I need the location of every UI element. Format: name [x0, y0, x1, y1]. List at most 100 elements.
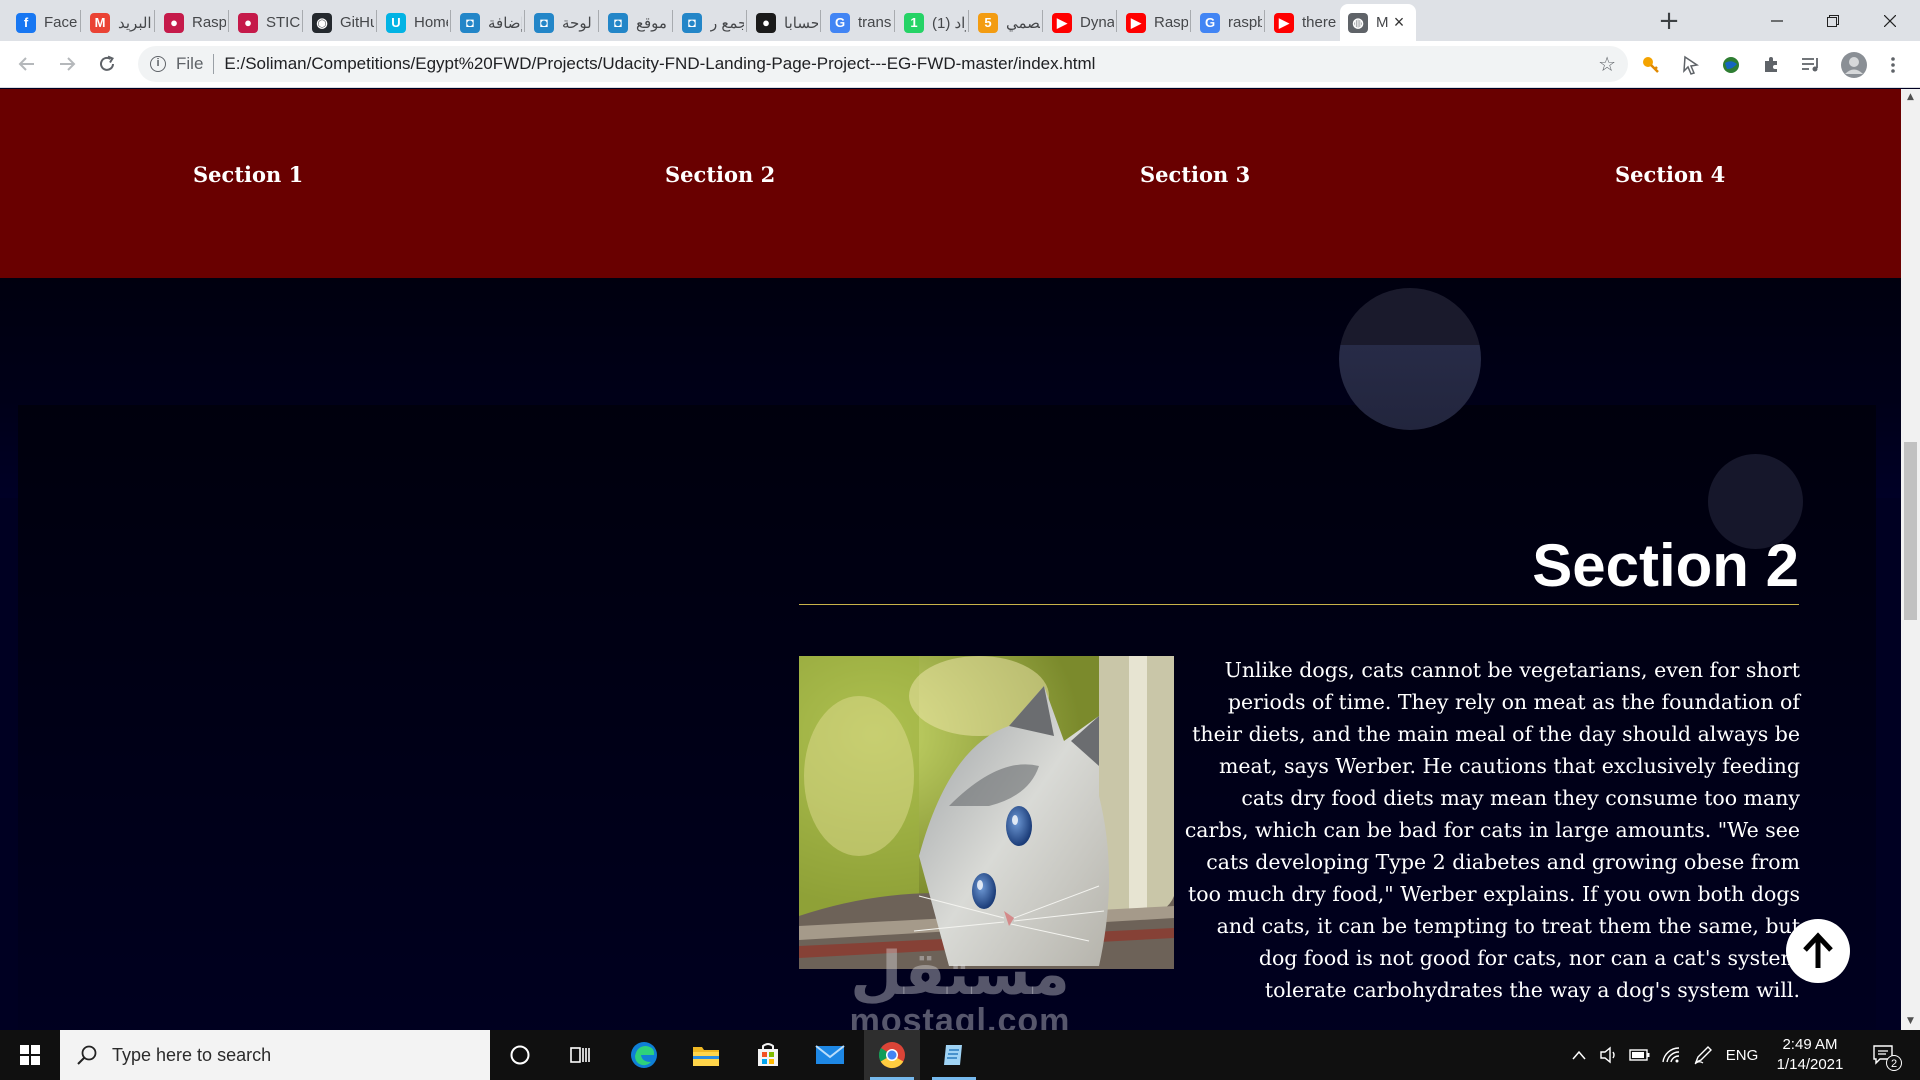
windows-taskbar: Type here to search ENG 2:49 AM 1/14/202: [0, 1030, 1920, 1080]
notification-center-button[interactable]: 2: [1864, 1030, 1904, 1080]
extensions-puzzle-icon[interactable]: [1760, 54, 1782, 76]
forward-arrow-icon: [60, 57, 76, 71]
raspberry-pi-icon: ●: [164, 12, 184, 33]
raspberry-pi-icon: ●: [238, 12, 258, 33]
site-info-icon[interactable]: i: [150, 56, 166, 72]
browser-tab[interactable]: ◘ جمع ر: [674, 4, 744, 41]
decorative-circle-large: [1339, 288, 1481, 430]
scroll-to-top-button[interactable]: [1786, 919, 1850, 983]
cortana-icon[interactable]: [492, 1030, 548, 1080]
section-title-underline: [799, 604, 1799, 605]
section-title: Section 2: [1532, 532, 1799, 599]
url-text[interactable]: E:/Soliman/Competitions/Egypt%20FWD/Proj…: [224, 54, 1095, 74]
khamsat-icon: 5: [978, 12, 998, 33]
address-bar[interactable]: i File E:/Soliman/Competitions/Egypt%20F…: [138, 46, 1628, 82]
edge-browser-icon[interactable]: [616, 1030, 672, 1080]
microsoft-store-icon[interactable]: [740, 1030, 796, 1080]
browser-tab[interactable]: 5 تصمي: [970, 4, 1040, 41]
language-indicator[interactable]: ENG: [1722, 1030, 1762, 1080]
browser-menu-icon[interactable]: [1882, 54, 1904, 76]
clock-time: 2:49 AM: [1782, 1036, 1838, 1053]
key-extension-icon[interactable]: [1640, 54, 1662, 76]
media-control-icon[interactable]: [1800, 54, 1822, 76]
notification-count: 2: [1886, 1055, 1902, 1071]
globe-icon: ◍: [1348, 12, 1368, 33]
browser-tab-title: البريد: [118, 14, 152, 32]
browser-tab[interactable]: ▶ Dyna: [1044, 4, 1114, 41]
nav-link-section-1[interactable]: Section 1: [193, 162, 303, 187]
url-divider: [213, 54, 215, 74]
browser-tab[interactable]: ● Raspb: [156, 4, 226, 41]
scroll-down-arrow-icon[interactable]: ▼: [1901, 1013, 1920, 1030]
minimize-button[interactable]: [1749, 0, 1805, 41]
cursor-extension-icon[interactable]: [1680, 54, 1702, 76]
tab-separator: [894, 10, 895, 32]
close-window-button[interactable]: [1862, 0, 1918, 41]
browser-tab[interactable]: ▶ Raspb: [1118, 4, 1188, 41]
browser-tab[interactable]: ◘ موقع: [600, 4, 670, 41]
browser-tab-title: M: [1376, 14, 1389, 31]
back-arrow-icon: [18, 57, 34, 71]
scroll-up-arrow-icon[interactable]: ▲: [1901, 89, 1920, 106]
browser-tab[interactable]: Gtransl: [822, 4, 892, 41]
minimize-icon: [1771, 19, 1783, 22]
reload-icon: [100, 55, 114, 71]
close-tab-icon[interactable]: ×: [1390, 13, 1408, 31]
browser-tab[interactable]: ▶ there: [1266, 4, 1336, 41]
start-button[interactable]: [0, 1030, 60, 1080]
browser-tab[interactable]: ● حسابا: [748, 4, 818, 41]
youtube-icon: ▶: [1274, 12, 1294, 33]
browser-tab-title: STICK: [266, 14, 300, 31]
forward-button[interactable]: [52, 49, 82, 79]
chrome-browser-icon[interactable]: [864, 1030, 920, 1080]
browser-tab-title: لوحة: [562, 14, 592, 32]
youtube-icon: ▶: [1052, 12, 1072, 33]
browser-tab[interactable]: Graspb: [1192, 4, 1262, 41]
battery-icon[interactable]: [1627, 1030, 1653, 1080]
reload-button[interactable]: [92, 49, 122, 79]
browser-tab-title: Home: [414, 14, 448, 31]
browser-tab[interactable]: ◘ إضافة: [452, 4, 522, 41]
browser-tab[interactable]: ◘ لوحة: [526, 4, 596, 41]
browser-tab-title: تصمي: [1006, 14, 1040, 32]
task-view-icon[interactable]: [552, 1030, 608, 1080]
taskbar-search-box[interactable]: Type here to search: [60, 1030, 490, 1080]
mostaql-icon: ◘: [460, 12, 480, 33]
browser-tab[interactable]: ◉ GitHu: [304, 4, 374, 41]
back-button[interactable]: [12, 49, 42, 79]
profile-avatar[interactable]: [1840, 51, 1868, 79]
nav-link-section-2[interactable]: Section 2: [665, 162, 775, 187]
browser-tab[interactable]: ◍ M ×: [1340, 4, 1416, 41]
notepad-app-icon[interactable]: [926, 1030, 982, 1080]
bookmark-star-icon[interactable]: ☆: [1598, 53, 1616, 75]
youtube-icon: ▶: [1126, 12, 1146, 33]
mail-icon[interactable]: [802, 1030, 858, 1080]
restore-button[interactable]: [1805, 0, 1861, 41]
windows-logo-icon: [20, 1045, 40, 1065]
browser-tab[interactable]: ● STICK: [230, 4, 300, 41]
page-scrollbar[interactable]: ▲ ▼: [1901, 89, 1920, 1030]
taskbar-clock[interactable]: 2:49 AM 1/14/2021: [1760, 1035, 1860, 1075]
browser-tab[interactable]: M البريد: [82, 4, 152, 41]
tab-separator: [1042, 10, 1043, 32]
scrollbar-thumb[interactable]: [1904, 442, 1917, 620]
browser-tab[interactable]: U Home: [378, 4, 448, 41]
github-icon: ◉: [312, 12, 332, 33]
tab-separator: [80, 10, 81, 32]
tab-separator: [450, 10, 451, 32]
browser-tab-strip: f Faceb M البريد ● Raspb ● STICK ◉ GitHu U Home ◘ إضا…: [0, 0, 1920, 41]
browser-tab-title: (1) واد: [932, 14, 966, 32]
nav-link-section-3[interactable]: Section 3: [1140, 162, 1250, 187]
tray-overflow-chevron-icon[interactable]: [1568, 1030, 1590, 1080]
browser-tab[interactable]: f Faceb: [8, 4, 78, 41]
browser-toolbar: i File E:/Soliman/Competitions/Egypt%20F…: [0, 41, 1920, 88]
page-viewport: Section 1 Section 2 Section 3 Section 4 …: [0, 89, 1901, 1030]
pen-icon[interactable]: [1690, 1030, 1716, 1080]
browser-tab[interactable]: 1 (1) واد: [896, 4, 966, 41]
wifi-icon[interactable]: [1658, 1030, 1684, 1080]
nav-link-section-4[interactable]: Section 4: [1615, 162, 1725, 187]
volume-icon[interactable]: [1596, 1030, 1622, 1080]
file-explorer-icon[interactable]: [678, 1030, 734, 1080]
globe-extension-icon[interactable]: [1720, 54, 1742, 76]
new-tab-button[interactable]: +: [1656, 6, 1682, 36]
